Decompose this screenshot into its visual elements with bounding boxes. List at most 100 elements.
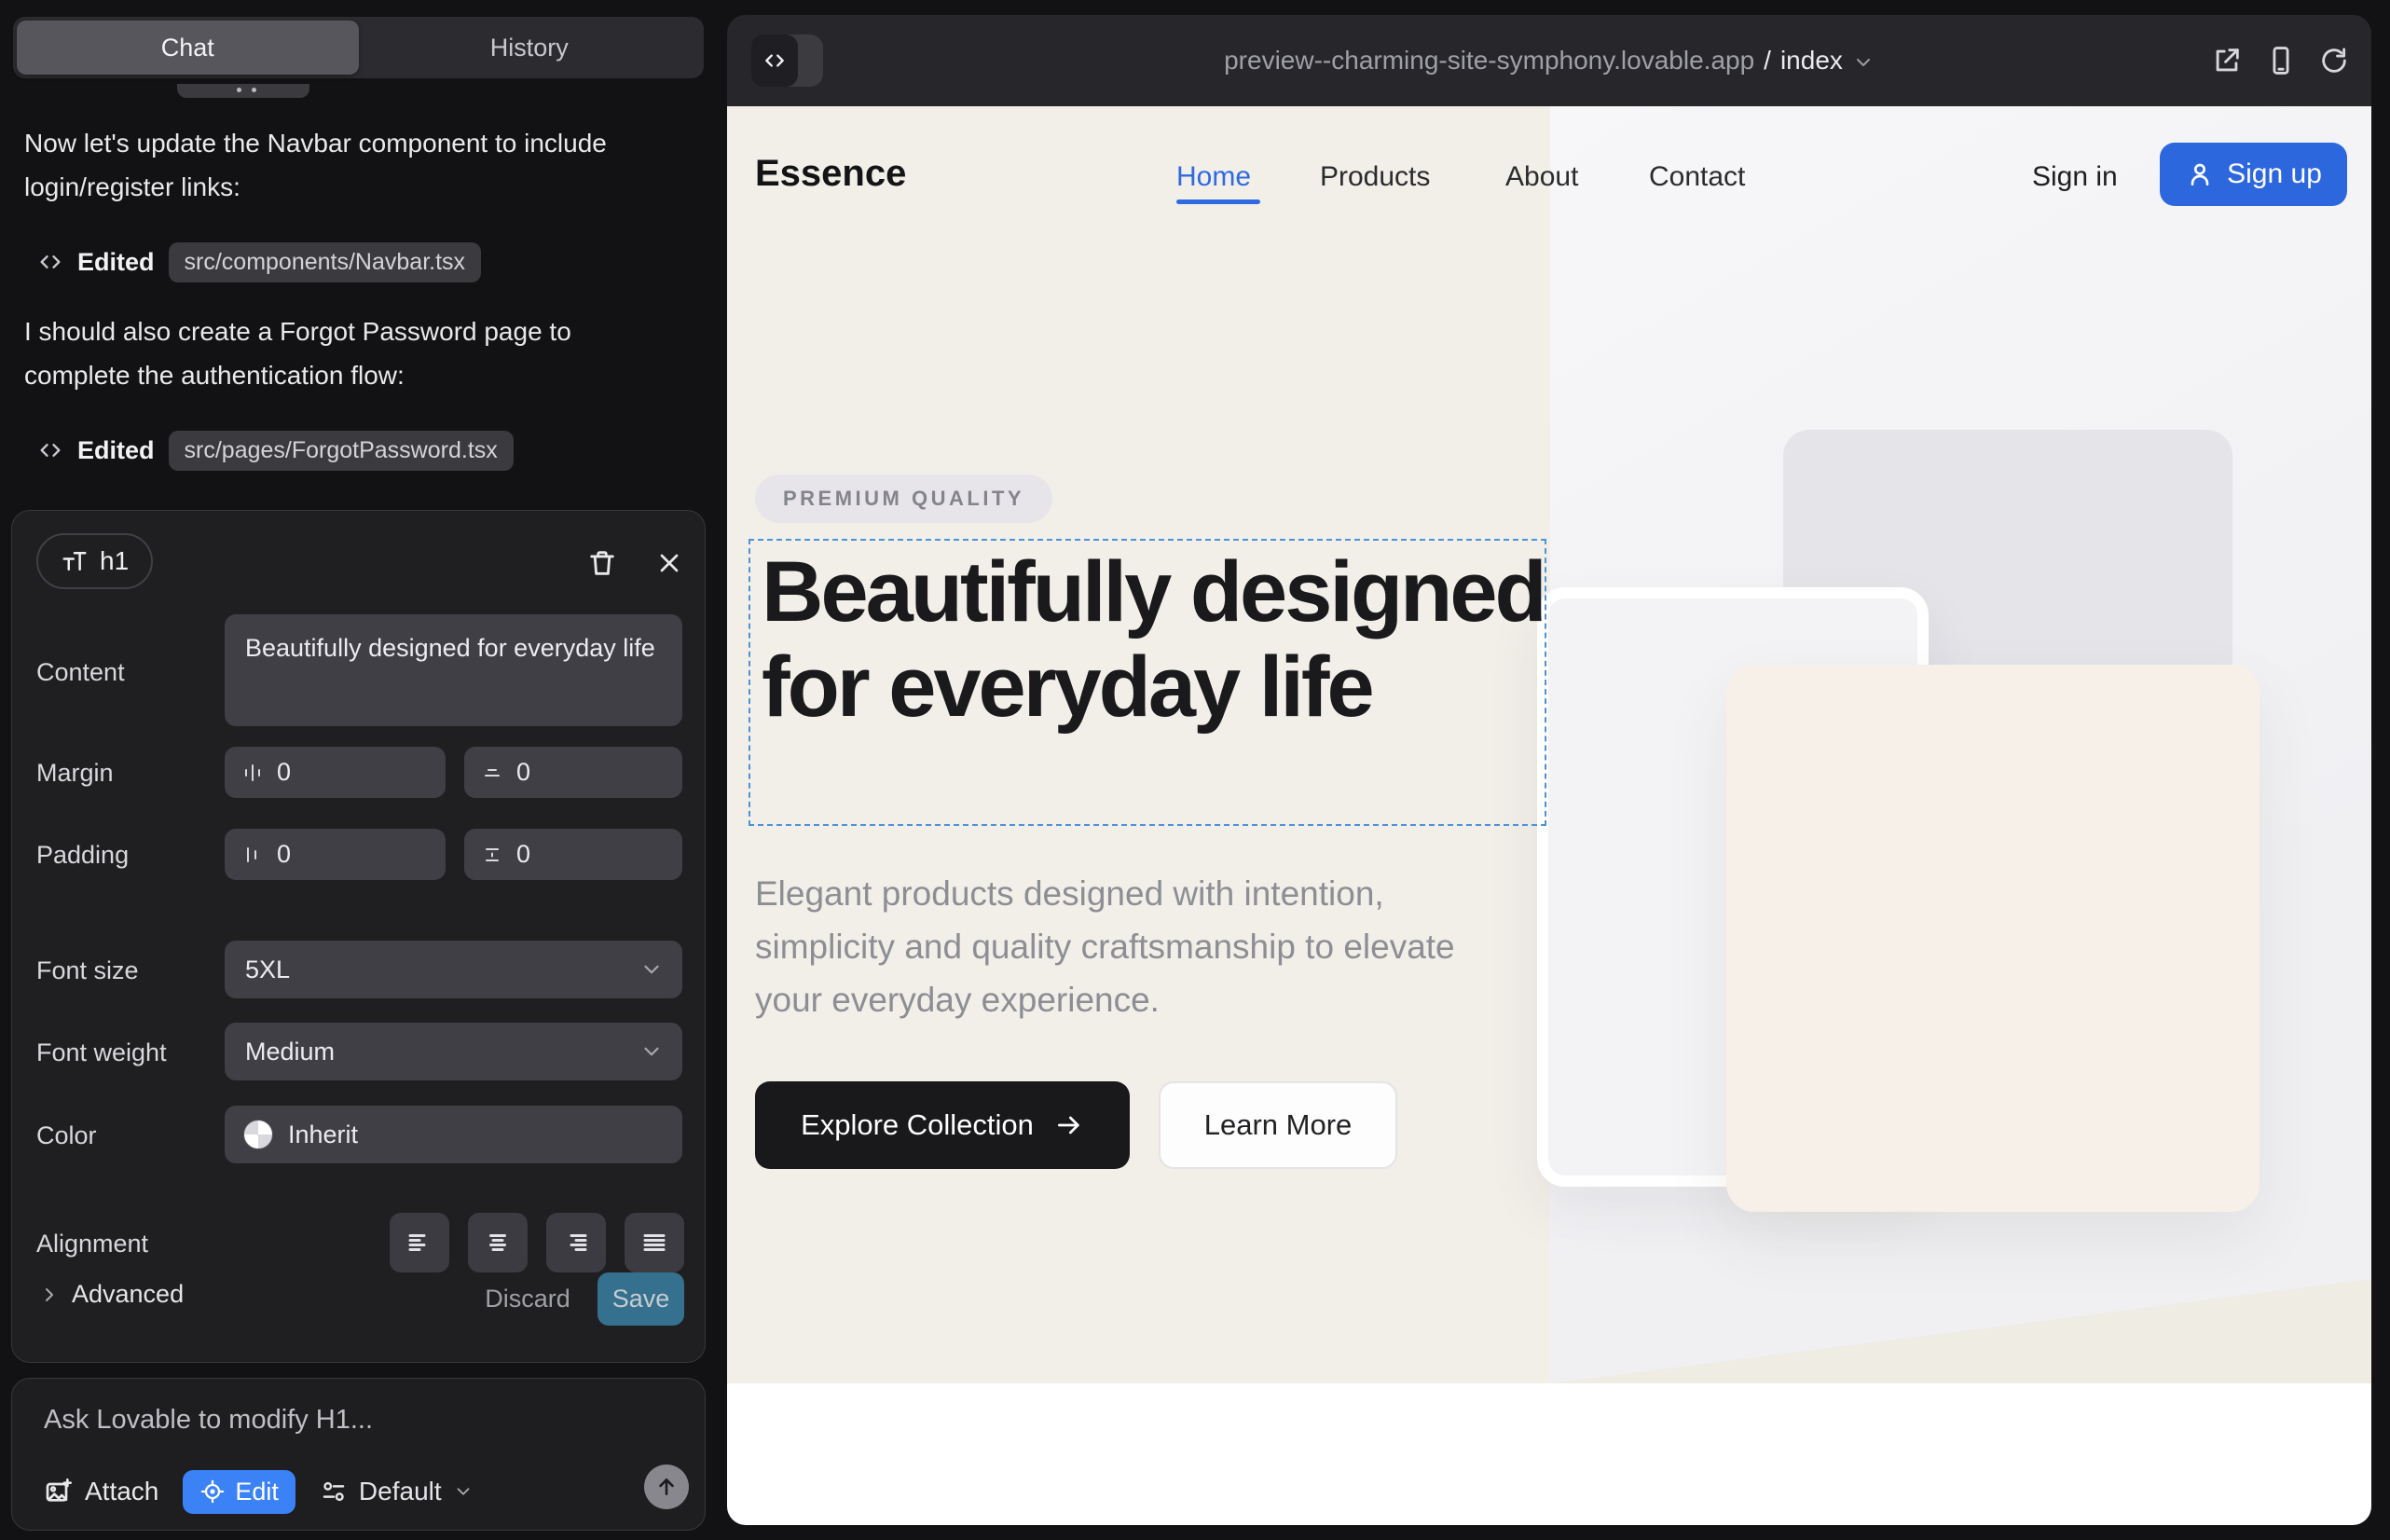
- advanced-toggle[interactable]: Advanced: [38, 1280, 184, 1309]
- close-editor-button[interactable]: [649, 543, 690, 584]
- element-editor-panel: h1 Content Beautifully designed for ever…: [11, 510, 706, 1363]
- sliders-icon: [320, 1478, 348, 1506]
- nav-contact[interactable]: Contact: [1649, 161, 1745, 193]
- chevron-right-icon: [38, 1284, 61, 1306]
- mobile-view-button[interactable]: [2263, 43, 2299, 78]
- edit-mode-button[interactable]: Edit: [183, 1470, 295, 1514]
- sign-in-link[interactable]: Sign in: [2032, 161, 2118, 193]
- image-plus-icon: [44, 1477, 74, 1506]
- explore-collection-button[interactable]: Explore Collection: [755, 1081, 1130, 1169]
- margin-label: Margin: [36, 759, 114, 788]
- save-button[interactable]: Save: [598, 1272, 684, 1326]
- arrow-right-icon: [1054, 1110, 1084, 1140]
- learn-more-button[interactable]: Learn More: [1159, 1081, 1397, 1169]
- arrow-up-icon: [654, 1475, 679, 1499]
- align-right-button[interactable]: [546, 1213, 606, 1272]
- padding-label: Padding: [36, 841, 129, 870]
- nav-active-underline: [1176, 199, 1260, 204]
- preview-topbar: preview--charming-site-symphony.lovable.…: [727, 15, 2371, 106]
- padding-y-input[interactable]: [464, 829, 682, 880]
- margin-vertical-icon: [481, 762, 503, 784]
- url-path: index: [1780, 46, 1843, 76]
- composer-input[interactable]: [44, 1396, 659, 1444]
- align-left-button[interactable]: [390, 1213, 449, 1272]
- element-tag-label: h1: [100, 546, 129, 576]
- element-tag-badge: h1: [36, 533, 153, 589]
- advanced-label: Advanced: [72, 1280, 184, 1309]
- edited-label: Edited: [77, 436, 155, 465]
- tab-history[interactable]: History: [359, 21, 701, 75]
- sign-up-label: Sign up: [2227, 158, 2322, 190]
- chevron-down-icon: [1852, 51, 1875, 74]
- chat-message: I should also create a Forgot Password p…: [24, 309, 621, 397]
- font-size-value: 5XL: [245, 956, 290, 984]
- nav-home[interactable]: Home: [1176, 161, 1251, 193]
- alignment-label: Alignment: [36, 1230, 148, 1258]
- hero-description: Elegant products designed with intention…: [755, 867, 1501, 1026]
- padding-x-input[interactable]: [225, 829, 446, 880]
- font-size-label: Font size: [36, 956, 139, 985]
- align-center-button[interactable]: [468, 1213, 528, 1272]
- chat-composer: Attach Edit Default: [11, 1378, 706, 1531]
- user-icon: [2185, 159, 2215, 189]
- code-icon: [37, 437, 63, 463]
- font-weight-label: Font weight: [36, 1038, 167, 1067]
- selected-element-outline[interactable]: Beautifully designed for everyday life: [749, 539, 1546, 826]
- padding-y-value[interactable]: [516, 840, 628, 869]
- chevron-down-icon: [639, 957, 664, 982]
- margin-y-value[interactable]: [516, 758, 628, 787]
- margin-y-input[interactable]: [464, 747, 682, 798]
- content-textarea[interactable]: Beautifully designed for everyday life: [225, 614, 682, 726]
- margin-x-input[interactable]: [225, 747, 446, 798]
- explore-collection-label: Explore Collection: [801, 1108, 1034, 1142]
- chat-sidebar: Chat History Now let's update the Navbar…: [0, 0, 725, 1540]
- preview-window: preview--charming-site-symphony.lovable.…: [727, 15, 2371, 1525]
- chevron-down-icon: [639, 1039, 664, 1064]
- scrolled-chip-remnant: [177, 84, 309, 98]
- send-button[interactable]: [644, 1464, 689, 1509]
- mode-label: Default: [359, 1477, 442, 1506]
- margin-horizontal-icon: [241, 762, 264, 784]
- padding-vertical-icon: [481, 844, 503, 866]
- preview-url[interactable]: preview--charming-site-symphony.lovable.…: [727, 15, 2371, 106]
- discard-button[interactable]: Discard: [481, 1285, 574, 1313]
- color-select[interactable]: Inherit: [225, 1106, 682, 1163]
- mode-select[interactable]: Default: [320, 1477, 474, 1506]
- premium-quality-badge: PREMIUM QUALITY: [755, 474, 1052, 523]
- refresh-button[interactable]: [2316, 43, 2352, 78]
- dot: [237, 88, 241, 92]
- edited-file-row: Edited src/components/Navbar.tsx: [37, 241, 481, 283]
- delete-element-button[interactable]: [582, 543, 623, 584]
- content-label: Content: [36, 658, 125, 687]
- site-preview: Essence Home Products About Contact Sign…: [727, 106, 2371, 1525]
- url-domain: preview--charming-site-symphony.lovable.…: [1224, 46, 1754, 76]
- hero-heading[interactable]: Beautifully designed for everyday life: [750, 541, 1545, 735]
- site-logo[interactable]: Essence: [755, 153, 906, 195]
- nav-products[interactable]: Products: [1320, 161, 1430, 193]
- edited-label: Edited: [77, 248, 155, 277]
- tab-chat[interactable]: Chat: [17, 21, 359, 75]
- code-icon: [37, 249, 63, 275]
- attach-label: Attach: [85, 1477, 158, 1506]
- align-justify-button[interactable]: [625, 1213, 684, 1272]
- edited-file-chip[interactable]: src/pages/ForgotPassword.tsx: [169, 431, 514, 471]
- sign-up-button[interactable]: Sign up: [2160, 143, 2347, 206]
- edited-file-chip[interactable]: src/components/Navbar.tsx: [169, 242, 482, 282]
- margin-x-value[interactable]: [277, 758, 389, 787]
- chat-message: Now let's update the Navbar component to…: [24, 121, 621, 209]
- dot: [252, 88, 256, 92]
- color-value: Inherit: [288, 1121, 358, 1149]
- color-label: Color: [36, 1121, 97, 1150]
- transparency-swatch-icon: [243, 1120, 273, 1149]
- padding-horizontal-icon: [241, 844, 264, 866]
- edited-file-row: Edited src/pages/ForgotPassword.tsx: [37, 429, 514, 472]
- attach-button[interactable]: Attach: [44, 1477, 158, 1506]
- font-weight-select[interactable]: Medium: [225, 1023, 682, 1080]
- font-size-select[interactable]: 5XL: [225, 941, 682, 998]
- padding-x-value[interactable]: [277, 840, 389, 869]
- chevron-down-icon: [453, 1481, 474, 1502]
- nav-about[interactable]: About: [1505, 161, 1578, 193]
- edit-label: Edit: [235, 1478, 279, 1506]
- open-external-button[interactable]: [2209, 43, 2245, 78]
- chat-history-tabs: Chat History: [13, 17, 704, 78]
